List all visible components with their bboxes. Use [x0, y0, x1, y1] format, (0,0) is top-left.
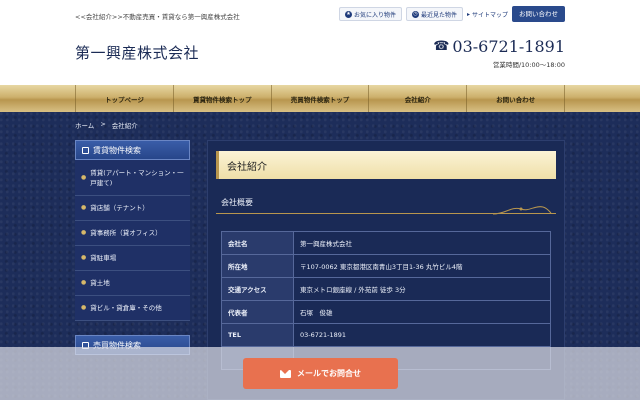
table-row: 会社名 第一興産株式会社	[221, 231, 551, 255]
contact-button[interactable]: お問い合わせ	[512, 6, 565, 22]
mail-contact-button[interactable]: メールでお問合せ	[243, 358, 398, 389]
phone-text: 03-6721-1891	[452, 37, 565, 56]
header-utility-links: ★ お気に入り物件 ◷ 最近見た物件 ▸ サイトマップ お問い合わせ	[338, 6, 565, 22]
sidebar-item-label: 貸店舗（テナント）	[90, 204, 149, 212]
site-header: <<会社紹介>>不動産売買・賃貸なら第一興産株式会社 ★ お気に入り物件 ◷ 最…	[0, 0, 640, 85]
section-title: 会社概要	[221, 198, 253, 207]
sidebar-item-label: 貸駐車場	[90, 254, 117, 262]
breadcrumb-home[interactable]: ホーム	[75, 120, 94, 130]
sidebar-item-label: 貸土地	[90, 279, 110, 287]
global-nav: トップページ 賃貸物件検索トップ 売買物件検索トップ 会社紹介 お問い合わせ	[0, 85, 640, 112]
sidebar-item-land[interactable]: ● 貸土地	[75, 271, 190, 296]
favorites-link[interactable]: ★ お気に入り物件	[338, 7, 402, 21]
sidebar-item-store[interactable]: ● 貸店舗（テナント）	[75, 196, 190, 221]
bullet-icon: ●	[81, 304, 87, 311]
sitemap-link[interactable]: ▸ サイトマップ	[467, 10, 508, 19]
chevron-right-icon: ▸	[466, 10, 470, 18]
mail-contact-label: メールでお問合せ	[297, 369, 361, 378]
table-row: TEL 03-6721-1891	[221, 323, 551, 347]
breadcrumb-current: 会社紹介	[111, 122, 138, 130]
recent-link[interactable]: ◷ 最近見た物件	[405, 7, 463, 21]
clock-icon: ◷	[411, 10, 419, 18]
sidebar-heading-rent: 賃貸物件検索	[75, 140, 190, 160]
bullet-icon: ●	[81, 204, 87, 211]
bullet-icon: ●	[81, 254, 87, 261]
flourish-ornament	[492, 206, 552, 215]
row-key: 所在地	[221, 254, 294, 278]
phone-number: ☎ 03-6721-1891	[433, 37, 565, 56]
table-row: 所在地 〒107-0062 東京都港区南青山3丁目1-36 丸竹ビル4階	[221, 254, 551, 278]
nav-item-top[interactable]: トップページ	[75, 85, 173, 112]
table-row: 代表者 石塚 俊雄	[221, 300, 551, 324]
square-icon	[82, 146, 89, 154]
sidebar-item-label: 貸ビル・貸倉庫・その他	[90, 304, 162, 312]
bullet-icon: ●	[81, 229, 87, 236]
mail-icon	[280, 369, 291, 378]
row-value: 東京メトロ銀座線 / 外苑前 徒歩 3分	[293, 277, 551, 301]
row-key: 会社名	[221, 231, 294, 255]
site-logo[interactable]: 第一興産株式会社	[75, 42, 199, 63]
row-key: 交通アクセス	[221, 277, 294, 301]
sidebar-item-office[interactable]: ● 貸事務所（貸オフィス）	[75, 221, 190, 246]
page-title: 会社紹介	[216, 151, 556, 179]
row-value: 〒107-0062 東京都港区南青山3丁目1-36 丸竹ビル4階	[293, 254, 551, 278]
nav-item-rent-search[interactable]: 賃貸物件検索トップ	[172, 85, 271, 112]
sidebar-item-label: 賃貸(アパート・マンション・一戸建て)	[90, 168, 184, 187]
sidebar-item-label: 貸事務所（貸オフィス）	[90, 229, 162, 237]
sidebar-item-parking[interactable]: ● 貸駐車場	[75, 246, 190, 271]
sidebar: 賃貸物件検索 ● 賃貸(アパート・マンション・一戸建て) ● 貸店舗（テナント）…	[75, 140, 190, 355]
star-icon: ★	[344, 10, 352, 18]
section-divider	[216, 213, 556, 214]
row-value: 石塚 俊雄	[293, 300, 551, 324]
row-value: 第一興産株式会社	[293, 231, 551, 255]
recent-label: 最近見た物件	[420, 11, 457, 19]
sidebar-heading-label: 賃貸物件検索	[93, 145, 141, 155]
sidebar-item-building[interactable]: ● 貸ビル・貸倉庫・その他	[75, 296, 190, 321]
breadcrumb: ホーム > 会社紹介	[75, 120, 138, 130]
nav-item-company[interactable]: 会社紹介	[368, 85, 466, 112]
breadcrumb-separator: >	[100, 120, 106, 128]
table-row: 交通アクセス 東京メトロ銀座線 / 外苑前 徒歩 3分	[221, 277, 551, 301]
sidebar-item-residential[interactable]: ● 賃貸(アパート・マンション・一戸建て)	[75, 160, 190, 196]
phone-icon: ☎	[433, 39, 450, 54]
nav-item-sale-search[interactable]: 売買物件検索トップ	[270, 85, 369, 112]
nav-item-contact[interactable]: お問い合わせ	[466, 85, 565, 112]
bullet-icon: ●	[81, 173, 87, 181]
row-key: TEL	[221, 323, 294, 347]
business-hours: 営業時間/10:00〜18:00	[492, 61, 565, 69]
sitemap-label: サイトマップ	[471, 11, 508, 19]
row-value: 03-6721-1891	[293, 323, 551, 347]
favorites-label: お気に入り物件	[353, 11, 396, 19]
row-key: 代表者	[221, 300, 294, 324]
header-tagline: <<会社紹介>>不動産売買・賃貸なら第一興産株式会社	[75, 13, 240, 21]
bullet-icon: ●	[81, 279, 87, 286]
